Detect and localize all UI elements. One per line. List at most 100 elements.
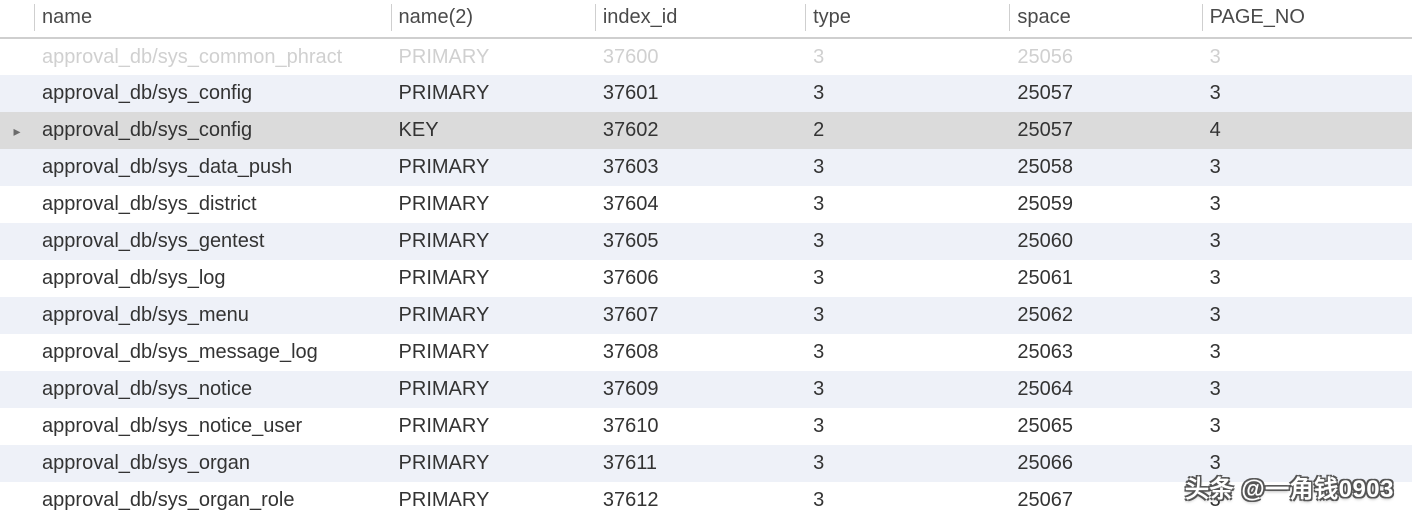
cell-name[interactable]: approval_db/sys_organ	[34, 445, 391, 482]
cell-name2[interactable]: PRIMARY	[391, 445, 595, 482]
cell-space[interactable]: 25059	[1009, 186, 1201, 223]
cell-page-no[interactable]: 4	[1202, 112, 1412, 149]
cell-space[interactable]: 25060	[1009, 223, 1201, 260]
cell-name[interactable]: approval_db/sys_config	[34, 112, 391, 149]
col-header-page-no[interactable]: PAGE_NO	[1202, 0, 1412, 38]
cell-index-id[interactable]: 37612	[595, 482, 805, 510]
cell-name[interactable]: approval_db/sys_gentest	[34, 223, 391, 260]
row-marker	[0, 38, 34, 75]
cell-space[interactable]: 25056	[1009, 38, 1201, 75]
cell-page-no[interactable]: 3	[1202, 408, 1412, 445]
cell-page-no[interactable]: 3	[1202, 445, 1412, 482]
cell-name2[interactable]: PRIMARY	[391, 38, 595, 75]
cell-type[interactable]: 3	[805, 149, 1009, 186]
cell-name2[interactable]: PRIMARY	[391, 408, 595, 445]
cell-index-id[interactable]: 37601	[595, 75, 805, 112]
table-row[interactable]: approval_db/sys_organPRIMARY376113250663	[0, 445, 1412, 482]
cell-space[interactable]: 25058	[1009, 149, 1201, 186]
cell-type[interactable]: 3	[805, 334, 1009, 371]
cell-space[interactable]: 25064	[1009, 371, 1201, 408]
table-row[interactable]: ▸approval_db/sys_configKEY376022250574	[0, 112, 1412, 149]
cell-index-id[interactable]: 37602	[595, 112, 805, 149]
cell-name[interactable]: approval_db/sys_common_phract	[34, 38, 391, 75]
cell-page-no[interactable]: 3	[1202, 38, 1412, 75]
cell-page-no[interactable]: 3	[1202, 371, 1412, 408]
cell-index-id[interactable]: 37609	[595, 371, 805, 408]
cell-type[interactable]: 3	[805, 223, 1009, 260]
cell-type[interactable]: 3	[805, 260, 1009, 297]
table-row[interactable]: approval_db/sys_gentestPRIMARY3760532506…	[0, 223, 1412, 260]
cell-name2[interactable]: PRIMARY	[391, 186, 595, 223]
table-row[interactable]: approval_db/sys_notice_userPRIMARY376103…	[0, 408, 1412, 445]
cell-name[interactable]: approval_db/sys_config	[34, 75, 391, 112]
cell-type[interactable]: 3	[805, 371, 1009, 408]
table-row[interactable]: approval_db/sys_configPRIMARY37601325057…	[0, 75, 1412, 112]
table-row[interactable]: approval_db/sys_logPRIMARY376063250613	[0, 260, 1412, 297]
cell-index-id[interactable]: 37603	[595, 149, 805, 186]
cell-index-id[interactable]: 37608	[595, 334, 805, 371]
table-row[interactable]: approval_db/sys_noticePRIMARY37609325064…	[0, 371, 1412, 408]
cell-page-no[interactable]: 3	[1202, 149, 1412, 186]
cell-page-no[interactable]: 3	[1202, 75, 1412, 112]
cell-space[interactable]: 25066	[1009, 445, 1201, 482]
cell-index-id[interactable]: 37604	[595, 186, 805, 223]
col-header-index-id[interactable]: index_id	[595, 0, 805, 38]
row-marker	[0, 408, 34, 445]
cell-index-id[interactable]: 37610	[595, 408, 805, 445]
cell-name[interactable]: approval_db/sys_organ_role	[34, 482, 391, 510]
cell-type[interactable]: 2	[805, 112, 1009, 149]
table-row[interactable]: approval_db/sys_data_pushPRIMARY37603325…	[0, 149, 1412, 186]
cell-name[interactable]: approval_db/sys_data_push	[34, 149, 391, 186]
results-table[interactable]: name name(2) index_id type space PAGE_NO…	[0, 0, 1412, 510]
cell-type[interactable]: 3	[805, 408, 1009, 445]
cell-index-id[interactable]: 37605	[595, 223, 805, 260]
cell-type[interactable]: 3	[805, 445, 1009, 482]
cell-name2[interactable]: KEY	[391, 112, 595, 149]
cell-type[interactable]: 3	[805, 297, 1009, 334]
cell-type[interactable]: 3	[805, 482, 1009, 510]
cell-page-no[interactable]: 3	[1202, 334, 1412, 371]
table-row[interactable]: approval_db/sys_districtPRIMARY376043250…	[0, 186, 1412, 223]
cell-name2[interactable]: PRIMARY	[391, 75, 595, 112]
col-header-type[interactable]: type	[805, 0, 1009, 38]
cell-page-no[interactable]: 3	[1202, 297, 1412, 334]
cell-name[interactable]: approval_db/sys_notice	[34, 371, 391, 408]
table-row[interactable]: approval_db/sys_message_logPRIMARY376083…	[0, 334, 1412, 371]
cell-index-id[interactable]: 37611	[595, 445, 805, 482]
cell-name[interactable]: approval_db/sys_notice_user	[34, 408, 391, 445]
table-row[interactable]: approval_db/sys_common_phractPRIMARY3760…	[0, 38, 1412, 75]
cell-space[interactable]: 25063	[1009, 334, 1201, 371]
cell-index-id[interactable]: 37606	[595, 260, 805, 297]
cell-page-no[interactable]: 3	[1202, 482, 1412, 510]
cell-name2[interactable]: PRIMARY	[391, 371, 595, 408]
cell-name[interactable]: approval_db/sys_district	[34, 186, 391, 223]
col-header-name2[interactable]: name(2)	[391, 0, 595, 38]
cell-name2[interactable]: PRIMARY	[391, 260, 595, 297]
col-header-name[interactable]: name	[34, 0, 391, 38]
cell-space[interactable]: 25065	[1009, 408, 1201, 445]
cell-name[interactable]: approval_db/sys_menu	[34, 297, 391, 334]
col-header-space[interactable]: space	[1009, 0, 1201, 38]
table-row[interactable]: approval_db/sys_organ_rolePRIMARY3761232…	[0, 482, 1412, 510]
cell-type[interactable]: 3	[805, 75, 1009, 112]
cell-type[interactable]: 3	[805, 38, 1009, 75]
cell-space[interactable]: 25057	[1009, 112, 1201, 149]
cell-space[interactable]: 25062	[1009, 297, 1201, 334]
cell-page-no[interactable]: 3	[1202, 260, 1412, 297]
cell-name[interactable]: approval_db/sys_message_log	[34, 334, 391, 371]
cell-space[interactable]: 25061	[1009, 260, 1201, 297]
cell-type[interactable]: 3	[805, 186, 1009, 223]
cell-page-no[interactable]: 3	[1202, 186, 1412, 223]
cell-index-id[interactable]: 37607	[595, 297, 805, 334]
cell-name2[interactable]: PRIMARY	[391, 223, 595, 260]
cell-name[interactable]: approval_db/sys_log	[34, 260, 391, 297]
cell-index-id[interactable]: 37600	[595, 38, 805, 75]
cell-space[interactable]: 25067	[1009, 482, 1201, 510]
cell-name2[interactable]: PRIMARY	[391, 297, 595, 334]
table-row[interactable]: approval_db/sys_menuPRIMARY376073250623	[0, 297, 1412, 334]
cell-name2[interactable]: PRIMARY	[391, 149, 595, 186]
cell-name2[interactable]: PRIMARY	[391, 482, 595, 510]
cell-page-no[interactable]: 3	[1202, 223, 1412, 260]
cell-name2[interactable]: PRIMARY	[391, 334, 595, 371]
cell-space[interactable]: 25057	[1009, 75, 1201, 112]
